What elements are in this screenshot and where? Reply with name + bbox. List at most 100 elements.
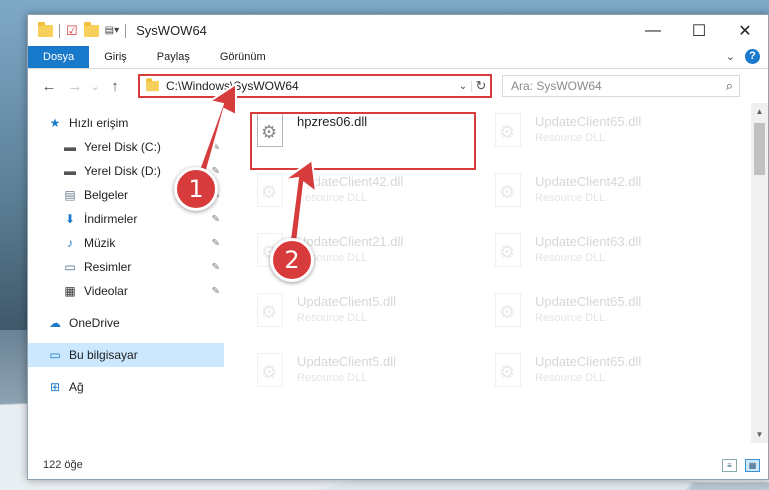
new-folder-icon[interactable] [83,21,99,37]
file-type: Resource DLL [297,312,368,324]
forward-button[interactable]: → [62,78,88,95]
dll-file-icon: ⚙ [493,353,527,395]
file-name: UpdateClient65.dll [535,354,642,369]
expand-ribbon-icon[interactable]: ⌄ [726,50,735,63]
folder-icon [146,78,159,92]
file-name: UpdateClient42.dll [297,174,404,189]
quick-access-toolbar: ☑ ▤▾ [28,21,127,39]
download-icon: ⬇ [64,212,76,226]
file-type: Resource DLL [297,372,368,384]
cloud-icon: ☁ [49,316,61,330]
pin-icon: ✎ [211,261,220,273]
file-highlight-box [250,112,476,170]
file-type: Resource DLL [535,312,606,324]
pin-icon: ✎ [211,285,220,297]
sidebar-item-label: Resimler [84,260,132,274]
file-type: Resource DLL [297,192,368,204]
details-view-icon[interactable]: ≡ [722,458,737,472]
sidebar-item-music[interactable]: ♪ Müzik ✎ [28,231,224,255]
file-item[interactable]: ⚙ UpdateClient65.dll Resource DLL [493,353,719,405]
minimize-button[interactable]: — [630,15,676,46]
file-item[interactable]: ⚙ UpdateClient5.dll Resource DLL [255,353,481,405]
navigation-pane: ★ Hızlı erişim ▬ Yerel Disk (C:) ✎ ▬ Yer… [28,103,224,443]
step-1-badge: 1 [174,167,218,211]
back-button[interactable]: ← [36,78,62,95]
sidebar-item-local-disk-c[interactable]: ▬ Yerel Disk (C:) ✎ [28,135,224,159]
address-bar[interactable]: C:\Windows\SysWOW64 ⌄ ↻ [138,74,492,98]
file-item[interactable]: ⚙ UpdateClient5.dll Resource DLL [255,293,481,345]
view-toggle: ≡ ▦ [722,458,760,472]
refresh-icon[interactable]: ↻ [472,78,490,94]
file-item[interactable]: ⚙ UpdateClient42.dll Resource DLL [493,173,719,225]
properties-icon[interactable]: ☑ [66,23,78,39]
sidebar-item-label: İndirmeler [84,212,138,226]
sidebar-item-label: OneDrive [69,316,120,330]
help-icon[interactable]: ? [745,49,760,64]
sidebar-item-pictures[interactable]: ▭ Resimler ✎ [28,255,224,279]
scroll-down-icon[interactable]: ▼ [751,426,768,443]
documents-icon: ▤ [64,188,76,202]
file-name: UpdateClient5.dll [297,354,397,369]
sidebar-item-label: Müzik [84,236,116,250]
sidebar-item-label: Yerel Disk (C:) [84,140,161,154]
pin-icon: ✎ [211,141,220,153]
file-name: UpdateClient21.dll [297,234,404,249]
file-type: Resource DLL [535,132,606,144]
sidebar-item-onedrive[interactable]: ☁ OneDrive [28,311,224,335]
item-count: 122 öğe [43,459,83,471]
dll-file-icon: ⚙ [493,293,527,335]
file-type: Resource DLL [535,192,606,204]
file-item[interactable]: ⚙ UpdateClient63.dll Resource DLL [493,233,719,285]
pin-icon: ✎ [211,213,220,225]
dll-file-icon: ⚙ [255,353,289,395]
file-item[interactable]: ⚙ UpdateClient42.dll Resource DLL [255,173,481,225]
vertical-scrollbar[interactable]: ▲ ▼ [751,103,768,443]
ribbon-tabs: Dosya Giriş Paylaş Görünüm ⌄ ? [28,46,768,69]
explorer-window: ☑ ▤▾ SysWOW64 — ☐ ✕ Dosya Giriş Paylaş G… [27,14,769,480]
computer-icon: ▭ [49,348,61,362]
sidebar-item-label: Bu bilgisayar [69,348,138,362]
caption-buttons: — ☐ ✕ [630,15,768,46]
pin-icon: ✎ [211,237,220,249]
file-type: Resource DLL [535,372,606,384]
sidebar-item-quick-access[interactable]: ★ Hızlı erişim [28,111,224,135]
up-button[interactable]: ↑ [102,78,128,95]
toolbar-separator [59,23,60,38]
dll-file-icon: ⚙ [255,173,289,215]
customize-toolbar-icon[interactable]: ▤▾ [105,25,119,36]
maximize-button[interactable]: ☐ [676,15,722,46]
file-name: UpdateClient42.dll [535,174,642,189]
sidebar-item-label: Videolar [84,284,128,298]
sidebar-item-label: Hızlı erişim [69,116,129,130]
file-item[interactable]: ⚙ UpdateClient65.dll Resource DLL [493,293,719,345]
close-button[interactable]: ✕ [722,15,768,46]
file-item[interactable]: ⚙ UpdateClient65.dll Resource DLL [493,113,719,165]
drive-icon: ▬ [64,164,76,178]
scroll-up-icon[interactable]: ▲ [751,103,768,120]
search-box[interactable]: Ara: SysWOW64 ⌕ [502,75,740,97]
star-icon: ★ [49,116,61,130]
title-bar: ☑ ▤▾ SysWOW64 — ☐ ✕ [28,15,768,46]
step-2-badge: 2 [270,238,314,282]
tab-file[interactable]: Dosya [28,46,90,68]
tiles-view-icon[interactable]: ▦ [745,458,760,472]
window-title: SysWOW64 [136,23,207,38]
folder-icon[interactable] [38,21,53,37]
tab-share[interactable]: Paylaş [142,46,205,68]
tab-home[interactable]: Giriş [89,46,142,68]
tab-view[interactable]: Görünüm [205,46,281,68]
address-dropdown-icon[interactable]: ⌄ [455,80,472,92]
address-path[interactable]: C:\Windows\SysWOW64 [166,79,299,93]
dll-file-icon: ⚙ [493,113,527,155]
pictures-icon: ▭ [64,260,76,274]
dll-file-icon: ⚙ [255,293,289,335]
sidebar-item-label: Ağ [69,380,84,394]
file-name: UpdateClient65.dll [535,294,642,309]
sidebar-item-network[interactable]: ⊞ Ağ [28,375,224,399]
sidebar-item-videos[interactable]: ▦ Videolar ✎ [28,279,224,303]
scroll-thumb[interactable] [754,123,765,175]
video-icon: ▦ [64,284,76,298]
recent-locations-button[interactable]: ⌄ [88,80,102,93]
search-icon[interactable]: ⌕ [726,78,733,94]
sidebar-item-this-pc[interactable]: ▭ Bu bilgisayar [28,343,224,367]
